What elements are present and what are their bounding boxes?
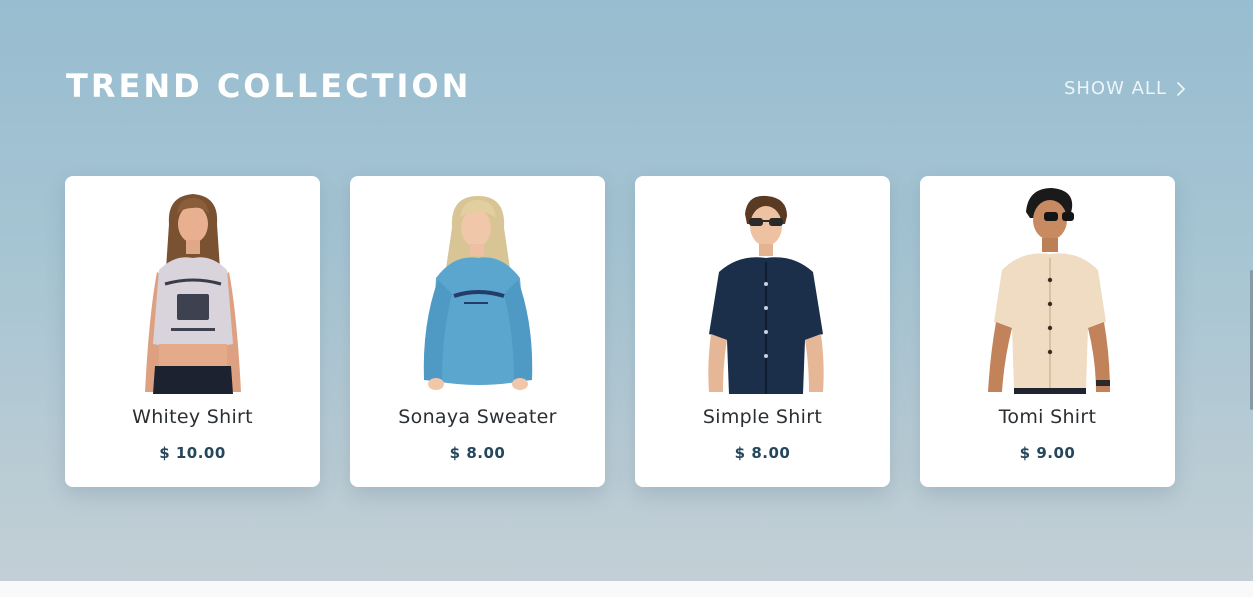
chevron-right-icon <box>1177 81 1185 96</box>
product-image <box>145 194 241 394</box>
next-section-edge <box>0 581 1253 597</box>
product-name: Tomi Shirt <box>998 406 1097 428</box>
product-price: $ 9.00 <box>1019 444 1076 462</box>
product-image <box>988 188 1110 394</box>
product-card[interactable]: Whitey Shirt $ 10.00 <box>65 176 320 487</box>
woman-crop-top-icon <box>145 194 241 394</box>
product-price: $ 8.00 <box>734 444 791 462</box>
product-image <box>423 196 533 390</box>
trend-collection-section: TREND COLLECTION SHOW ALL Whitey Shirt $… <box>0 0 1253 581</box>
product-card[interactable]: Sonaya Sweater $ 8.00 <box>350 176 605 487</box>
man-beige-shirt-icon <box>988 188 1110 394</box>
product-name: Sonaya Sweater <box>398 406 557 428</box>
product-price: $ 8.00 <box>449 444 506 462</box>
man-dark-shirt-icon <box>708 195 824 394</box>
product-card[interactable]: Tomi Shirt $ 9.00 <box>920 176 1175 487</box>
product-card[interactable]: Simple Shirt $ 8.00 <box>635 176 890 487</box>
product-price: $ 10.00 <box>159 444 226 462</box>
show-all-link[interactable]: SHOW ALL <box>1064 78 1187 99</box>
product-name: Simple Shirt <box>702 406 823 428</box>
product-image <box>708 195 824 394</box>
section-title: TREND COLLECTION <box>66 67 472 105</box>
woman-sweater-icon <box>423 196 533 390</box>
show-all-label: SHOW ALL <box>1063 78 1167 99</box>
product-name: Whitey Shirt <box>132 406 253 428</box>
